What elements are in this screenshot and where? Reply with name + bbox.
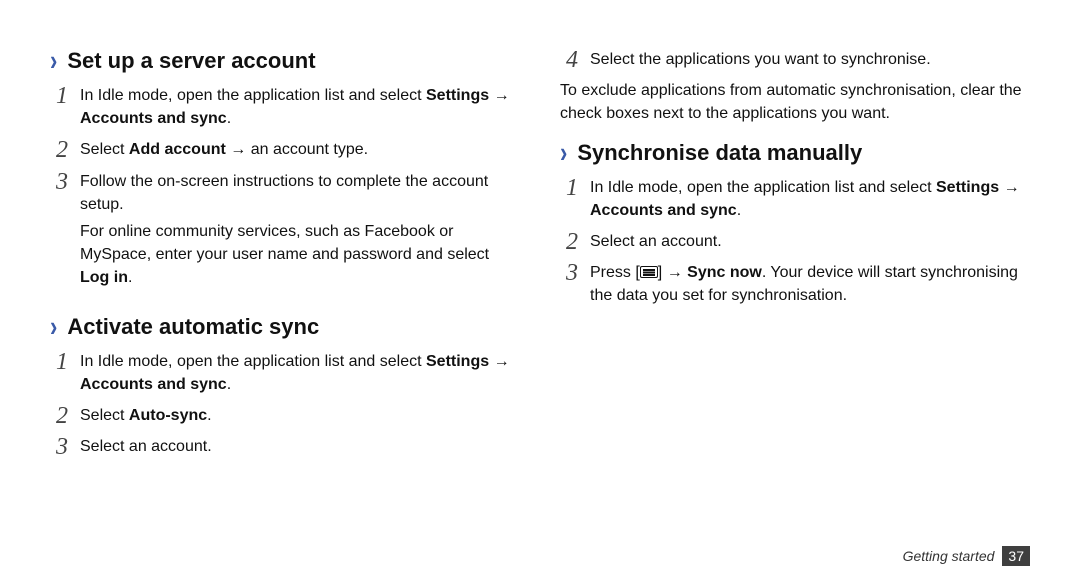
step-text: . bbox=[207, 407, 211, 424]
two-column-layout: › Set up a server account 1 In Idle mode… bbox=[50, 40, 1030, 466]
step-number: 2 bbox=[560, 230, 578, 254]
section-heading-sync-manually: › Synchronise data manually bbox=[560, 140, 1030, 166]
step-number: 4 bbox=[560, 48, 578, 72]
right-column: 4 Select the applications you want to sy… bbox=[560, 40, 1030, 466]
section-heading-auto-sync: › Activate automatic sync bbox=[50, 314, 520, 340]
step-item: 3 Press [] → Sync now. Your device will … bbox=[560, 261, 1030, 311]
step-text: . bbox=[227, 110, 231, 127]
step-number: 1 bbox=[560, 176, 578, 200]
step-text: . bbox=[227, 376, 231, 393]
step-text: In Idle mode, open the application list … bbox=[80, 353, 426, 370]
step-body: Select Auto-sync. bbox=[80, 404, 520, 431]
step-text: . bbox=[737, 202, 741, 219]
step-body: Select Add account → an account type. bbox=[80, 138, 520, 165]
step-item: 1 In Idle mode, open the application lis… bbox=[50, 350, 520, 400]
step-number: 3 bbox=[50, 170, 68, 194]
manual-page: › Set up a server account 1 In Idle mode… bbox=[0, 0, 1080, 586]
heading-text: Activate automatic sync bbox=[67, 314, 319, 340]
step-number: 1 bbox=[50, 350, 68, 374]
step-text: ] → bbox=[658, 264, 687, 281]
chevron-right-icon: › bbox=[50, 312, 57, 341]
heading-text: Synchronise data manually bbox=[577, 140, 862, 166]
step-text: In Idle mode, open the application list … bbox=[590, 179, 936, 196]
section-heading-server-account: › Set up a server account bbox=[50, 48, 520, 74]
step-text: . bbox=[128, 269, 132, 286]
step-body: In Idle mode, open the application list … bbox=[590, 176, 1030, 226]
step-number: 3 bbox=[50, 435, 68, 459]
step-item: 2 Select an account. bbox=[560, 230, 1030, 257]
step-number: 2 bbox=[50, 138, 68, 162]
step-text: Press [ bbox=[590, 264, 640, 281]
footer-chapter: Getting started bbox=[903, 548, 995, 564]
bold-term: Add account bbox=[129, 141, 226, 158]
chevron-right-icon: › bbox=[50, 47, 57, 76]
step-body: Follow the on-screen instructions to com… bbox=[80, 170, 520, 294]
step-item: 3 Select an account. bbox=[50, 435, 520, 462]
step-text: Follow the on-screen instructions to com… bbox=[80, 170, 520, 216]
step-number: 2 bbox=[50, 404, 68, 428]
step-body: Select the applications you want to sync… bbox=[590, 48, 1030, 75]
step-body: Press [] → Sync now. Your device will st… bbox=[590, 261, 1030, 311]
bold-term: Sync now bbox=[687, 264, 762, 281]
page-footer: Getting started 37 bbox=[903, 546, 1030, 566]
heading-text: Set up a server account bbox=[67, 48, 315, 74]
bold-term: Log in bbox=[80, 269, 128, 286]
step-item: 4 Select the applications you want to sy… bbox=[560, 48, 1030, 75]
note-text: To exclude applications from automatic s… bbox=[560, 79, 1030, 125]
step-body: In Idle mode, open the application list … bbox=[80, 350, 520, 400]
step-text: Select an account. bbox=[80, 435, 520, 458]
step-body: Select an account. bbox=[80, 435, 520, 462]
step-body: In Idle mode, open the application list … bbox=[80, 84, 520, 134]
step-text: Select bbox=[80, 407, 129, 424]
menu-key-icon bbox=[640, 266, 658, 278]
step-number: 3 bbox=[560, 261, 578, 285]
left-column: › Set up a server account 1 In Idle mode… bbox=[50, 40, 520, 466]
chevron-right-icon: › bbox=[560, 138, 567, 167]
step-item: 2 Select Add account → an account type. bbox=[50, 138, 520, 165]
bold-term: Auto-sync bbox=[129, 407, 207, 424]
step-text: For online community services, such as F… bbox=[80, 223, 489, 263]
step-item: 2 Select Auto-sync. bbox=[50, 404, 520, 431]
step-item: 1 In Idle mode, open the application lis… bbox=[560, 176, 1030, 226]
step-text: → an account type. bbox=[226, 141, 368, 158]
step-item: 1 In Idle mode, open the application lis… bbox=[50, 84, 520, 134]
step-text: Select bbox=[80, 141, 129, 158]
step-body: Select an account. bbox=[590, 230, 1030, 257]
step-number: 1 bbox=[50, 84, 68, 108]
step-text: In Idle mode, open the application list … bbox=[80, 87, 426, 104]
step-text: Select an account. bbox=[590, 230, 1030, 253]
step-item: 3 Follow the on-screen instructions to c… bbox=[50, 170, 520, 294]
footer-page-number: 37 bbox=[1002, 546, 1030, 566]
step-text: Select the applications you want to sync… bbox=[590, 48, 1030, 71]
